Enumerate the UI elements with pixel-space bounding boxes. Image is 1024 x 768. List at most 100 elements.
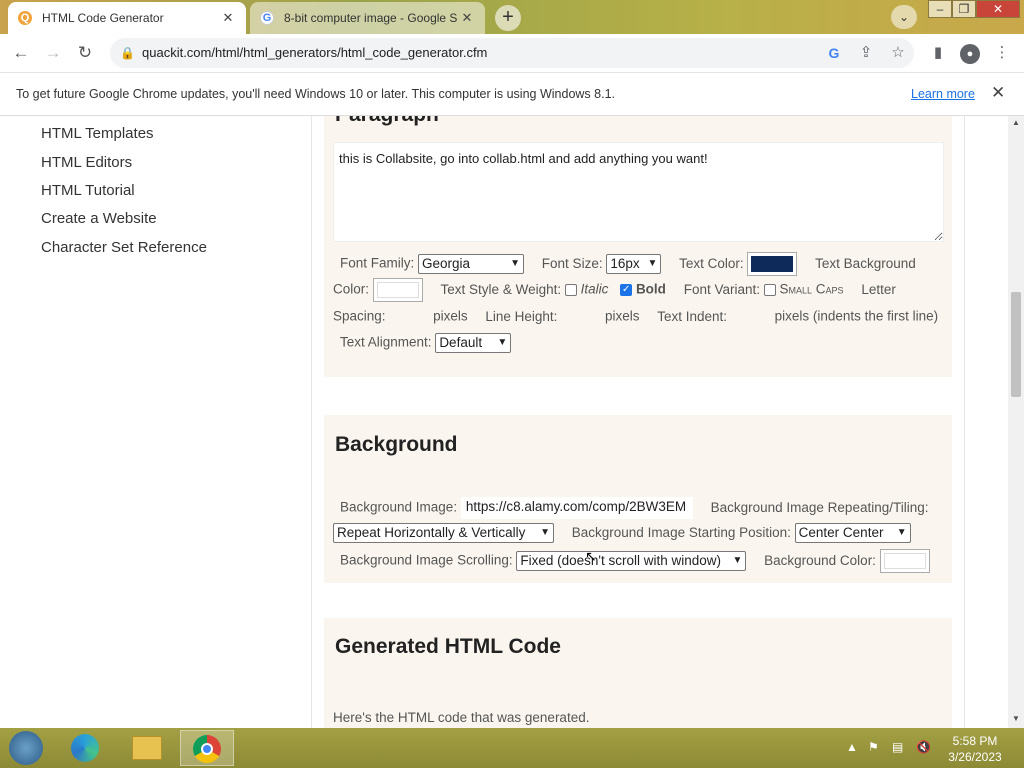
background-color-label: Background Color: [764,552,876,568]
tab-search-chevron-icon[interactable]: ⌄ [891,5,917,29]
background-scrolling-label: Background Image Scrolling: [340,552,513,568]
text-background-color-swatch[interactable] [372,278,423,302]
tab-html-code-generator[interactable]: Q HTML Code Generator ✕ [8,2,246,34]
windows-taskbar: ▲ ⚑ ▤ 🔇 5:58 PM 3/26/2023 [0,728,1024,768]
chevron-down-icon: ▼ [647,258,658,269]
bg-repeat-row: Repeat Horizontally & Vertically ▼ Backgr… [333,523,911,543]
font-size-select[interactable]: 16px ▼ [606,254,662,274]
scroll-up-icon[interactable]: ▲ [1008,118,1024,127]
background-repeat-label: Background Image Repeating/Tiling: [710,499,929,515]
profile-avatar-icon[interactable]: ● [960,44,980,64]
chrome-taskbar-icon[interactable] [180,730,234,766]
close-tab-icon[interactable]: ✕ [220,10,236,26]
pixels-label: pixels [604,308,640,324]
scrollbar-thumb[interactable] [1011,292,1021,397]
bg-image-row: Background Image: https://c8.alamy.com/c… [340,497,929,519]
new-tab-button[interactable]: + [495,5,521,31]
font-row: Font Family: Georgia ▼ Font Size: 16px ▼ T… [340,252,916,276]
scroll-down-icon[interactable]: ▼ [1008,714,1024,723]
background-repeat-select[interactable]: Repeat Horizontally & Vertically ▼ [333,523,554,543]
small-caps-label: Small Caps [779,281,844,297]
spacing-row: Spacing: pixels Line Height: pixels Text… [333,308,938,326]
text-indent-label: Text Indent: [657,308,728,324]
sidebar: HTML Templates HTML Editors HTML Tutoria… [0,116,312,728]
browser-tab-strip: Q HTML Code Generator ✕ G 8-bit computer… [0,0,1024,34]
letter-label: Letter [861,281,896,297]
reload-icon[interactable]: ↻ [74,42,96,64]
sidebar-link-character-set-reference[interactable]: Character Set Reference [41,239,207,256]
font-family-select[interactable]: Georgia ▼ [418,254,525,274]
back-arrow-icon[interactable]: ← [10,42,32,64]
line-height-input[interactable] [561,308,601,326]
background-color-swatch[interactable] [879,549,930,573]
google-icon[interactable]: G [824,44,844,64]
side-panel-icon[interactable]: ▮ [928,44,948,64]
font-family-label: Font Family: [340,255,415,271]
paragraph-textarea[interactable]: this is Collabsite, go into collab.html … [333,142,944,242]
background-scrolling-select[interactable]: Fixed (doesn't scroll with window) ▼ [516,551,747,571]
italic-checkbox[interactable] [564,284,577,296]
sidebar-link-create-website[interactable]: Create a Website [41,210,157,227]
small-caps-checkbox[interactable] [763,284,776,296]
right-column [964,116,1008,728]
forward-arrow-icon[interactable]: → [42,42,64,64]
share-icon[interactable]: ⇪ [856,44,876,64]
text-style-label: Text Style & Weight: [440,281,562,297]
generated-html-panel: Generated HTML Code Here's the HTML code… [324,618,952,728]
spacing-label: Spacing: [333,308,386,324]
sidebar-link-html-editors[interactable]: HTML Editors [41,154,132,171]
sidebar-link-html-tutorial[interactable]: HTML Tutorial [41,182,135,199]
edge-icon[interactable] [58,730,112,766]
page-viewport: HTML Templates HTML Editors HTML Tutoria… [0,116,1008,728]
paragraph-heading: Paragraph [335,116,439,127]
bold-label: Bold [635,281,666,297]
mouse-cursor-icon: ↖ [585,548,597,564]
network-icon[interactable]: ▤ [892,740,903,754]
address-bar[interactable]: 🔒 quackit.com/html/html_generators/html_… [110,38,914,68]
font-size-label: Font Size: [541,255,603,271]
lock-icon: 🔒 [120,46,135,60]
google-favicon-icon: G [260,11,274,25]
start-button-icon[interactable] [0,730,52,766]
color-label: Color: [333,281,370,297]
volume-muted-icon[interactable]: 🔇 [916,740,931,754]
page-scrollbar[interactable]: ▲ ▼ [1008,116,1024,728]
letter-spacing-input[interactable] [389,308,429,326]
text-indent-input[interactable] [731,308,771,326]
url-text: quackit.com/html/html_generators/html_co… [142,45,488,60]
close-window-button[interactable]: ✕ [976,0,1020,18]
menu-kebab-icon[interactable]: ⋮ [992,44,1012,64]
chrome-update-infobar: To get future Google Chrome updates, you… [0,72,1024,116]
style-row: Color: Text Style & Weight: Italic ✓ Bol… [333,278,896,302]
background-heading: Background [335,433,458,456]
bookmark-star-icon[interactable]: ☆ [888,44,908,64]
text-alignment-label: Text Alignment: [340,334,432,350]
background-position-select[interactable]: Center Center ▼ [794,523,911,543]
text-color-swatch[interactable] [747,252,798,276]
line-height-label: Line Height: [485,308,558,324]
chevron-down-icon: ▼ [732,555,743,566]
minimize-button[interactable]: – [928,0,952,18]
clock-time: 5:58 PM [952,734,998,748]
infobar-message: To get future Google Chrome updates, you… [16,87,615,101]
maximize-button[interactable]: ❐ [952,0,976,18]
bg-scroll-row: Background Image Scrolling: Fixed (doesn… [340,549,930,573]
text-alignment-select[interactable]: Default ▼ [435,333,512,353]
browser-toolbar: ← → ↻ 🔒 quackit.com/html/html_generators… [0,34,1024,72]
file-explorer-icon[interactable] [120,730,174,766]
chevron-down-icon: ▼ [540,527,550,538]
show-hidden-icons-icon[interactable]: ▲ [846,740,858,754]
learn-more-link[interactable]: Learn more [911,87,975,101]
generated-note: Here's the HTML code that was generated. [333,710,590,725]
tab-title: 8-bit computer image - Google S [284,11,458,25]
background-panel: Background Background Image: https://c8.… [324,415,952,583]
background-image-input[interactable]: https://c8.alamy.com/comp/2BW3EM [460,497,693,519]
tab-google-search[interactable]: G 8-bit computer image - Google S ✕ [250,2,485,34]
indent-note: pixels (indents the first line) [774,308,939,324]
bold-checkbox[interactable]: ✓ [620,284,633,296]
close-tab-icon[interactable]: ✕ [459,10,475,26]
system-clock[interactable]: 5:58 PM 3/26/2023 [940,733,1010,765]
action-center-flag-icon[interactable]: ⚑ [868,740,879,754]
close-infobar-icon[interactable]: ✕ [991,83,1005,103]
sidebar-link-html-templates[interactable]: HTML Templates [41,125,154,142]
